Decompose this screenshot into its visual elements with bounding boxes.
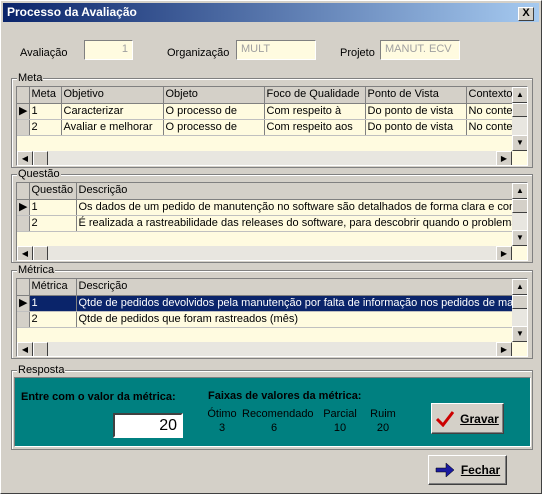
table-cell[interactable]: Avaliar e melhorar [61,119,164,136]
table-cell[interactable]: Do ponto de vista [365,103,467,120]
scroll-down-icon[interactable]: ▼ [512,230,527,246]
scroll-thumb[interactable] [33,342,48,356]
projeto-field: MANUT. ECV [380,40,460,60]
column-header[interactable]: Questão [29,183,77,200]
questao-group-title: Questão [17,168,61,180]
metrica-vertical-scrollbar[interactable]: ▲ ▼ [512,279,527,342]
scroll-down-icon[interactable]: ▼ [512,326,527,342]
close-button[interactable]: X [518,7,534,21]
gravar-label: Gravar [460,411,499,426]
table-row[interactable]: ▶ 1 Os dados de um pedido de manutenção … [17,199,514,216]
avaliacao-field: 1 [84,40,133,60]
table-cell[interactable]: 2 [29,119,62,136]
meta-vertical-scrollbar[interactable]: ▲ ▼ [512,87,527,151]
checkmark-icon [436,410,455,427]
questao-horizontal-scrollbar[interactable]: ◀ ▶ [17,246,512,260]
avaliacao-label: Avaliação [20,47,68,59]
table-cell[interactable]: No conte [466,103,514,120]
faixa-ruim: Ruim 20 [370,408,396,434]
resposta-panel: Entre com o valor da métrica: 20 Faixas … [14,377,531,447]
organizacao-label: Organização [167,47,230,59]
scroll-right-icon[interactable]: ▶ [496,342,512,356]
column-header[interactable]: Foco de Qualidade [264,87,366,104]
meta-grid[interactable]: Meta Objetivo Objeto Foco de Qualidade P… [16,86,528,166]
scroll-thumb[interactable] [33,246,48,260]
scroll-down-icon[interactable]: ▼ [512,135,527,151]
scroll-thumb[interactable] [512,295,527,309]
dialog-window: Processo da Avaliação X Avaliação 1 Orga… [0,0,542,494]
table-row[interactable]: 2 Qtde de pedidos que foram rastreados (… [17,311,514,328]
scroll-left-icon[interactable]: ◀ [17,151,33,165]
column-header[interactable]: Objetivo [61,87,164,104]
column-header[interactable]: Descrição [76,279,514,296]
table-cell[interactable]: O processo de [163,119,265,136]
table-cell[interactable]: 1 [29,199,77,216]
scroll-thumb[interactable] [512,103,527,117]
column-header[interactable]: Objeto [163,87,265,104]
table-cell[interactable]: Os dados de um pedido de manutenção no s… [76,199,514,216]
meta-header-row: Meta Objetivo Objeto Foco de Qualidade P… [17,87,514,104]
metrica-grid[interactable]: Métrica Descrição ▶ 1 Qtde de pedidos de… [16,278,528,357]
projeto-label: Projeto [340,47,375,59]
table-cell[interactable]: 1 [29,103,62,120]
meta-group-title: Meta [17,72,44,84]
column-header[interactable]: Métrica [29,279,77,296]
faixa-otimo: Ótimo 3 [207,408,237,434]
column-header[interactable]: Ponto de Vista [365,87,467,104]
metrica-horizontal-scrollbar[interactable]: ◀ ▶ [17,342,512,356]
meta-horizontal-scrollbar[interactable]: ◀ ▶ [17,151,512,165]
table-cell[interactable]: 2 [29,215,77,232]
scroll-up-icon[interactable]: ▲ [512,183,527,199]
table-row-selected[interactable]: ▶ 1 Qtde de pedidos devolvidos pela manu… [17,295,514,312]
organizacao-field: MULT [236,40,316,60]
table-cell[interactable]: No conte [466,119,514,136]
faixas-title: Faixas de valores da métrica: [208,390,362,402]
scroll-left-icon[interactable]: ◀ [17,342,33,356]
row-pointer-icon: ▶ [17,295,30,312]
window-title: Processo da Avaliação [7,5,137,19]
table-cell[interactable]: É realizada a rastreabilidade das releas… [76,215,514,232]
table-cell[interactable]: Caracterizar [61,103,164,120]
table-cell[interactable]: 2 [29,311,77,328]
table-row[interactable]: 2 Avaliar e melhorar O processo de Com r… [17,119,514,136]
column-header[interactable]: Contexto [466,87,514,104]
questao-grid[interactable]: Questão Descrição ▶ 1 Os dados de um ped… [16,182,528,261]
column-header[interactable]: Meta [29,87,62,104]
scroll-left-icon[interactable]: ◀ [17,246,33,260]
fechar-button[interactable]: Fechar [428,455,507,485]
scroll-thumb[interactable] [512,199,527,213]
metrica-group-title: Métrica [17,264,56,276]
resposta-group-title: Resposta [17,364,66,376]
row-pointer-icon: ▶ [17,199,30,216]
table-cell[interactable]: O processo de [163,103,265,120]
table-row[interactable]: 2 É realizada a rastreabilidade das rele… [17,215,514,232]
metric-value-input[interactable]: 20 [113,413,183,438]
row-pointer-icon: ▶ [17,103,30,120]
resposta-prompt: Entre com o valor da métrica: [21,391,176,403]
title-bar: Processo da Avaliação X [3,3,539,22]
column-header[interactable]: Descrição [76,183,514,200]
arrow-right-icon [435,462,455,478]
table-cell[interactable]: Qtde de pedidos devolvidos pela manutenç… [76,295,514,312]
questao-vertical-scrollbar[interactable]: ▲ ▼ [512,183,527,246]
fechar-label: Fechar [460,463,501,477]
scroll-right-icon[interactable]: ▶ [496,246,512,260]
scroll-up-icon[interactable]: ▲ [512,279,527,295]
table-cell[interactable]: 1 [29,295,77,312]
row-indicator-header [17,87,30,104]
gravar-button[interactable]: Gravar [431,403,504,434]
table-cell[interactable]: Do ponto de vista [365,119,467,136]
faixa-parcial: Parcial 10 [323,408,357,434]
scroll-up-icon[interactable]: ▲ [512,87,527,103]
faixa-recomendado: Recomendado 6 [242,408,314,434]
table-cell[interactable]: Com respeito à [264,103,366,120]
table-row[interactable]: ▶ 1 Caracterizar O processo de Com respe… [17,103,514,120]
table-cell[interactable]: Qtde de pedidos que foram rastreados (mê… [76,311,514,328]
scroll-right-icon[interactable]: ▶ [496,151,512,165]
table-cell[interactable]: Com respeito aos [264,119,366,136]
scroll-thumb[interactable] [33,151,48,165]
